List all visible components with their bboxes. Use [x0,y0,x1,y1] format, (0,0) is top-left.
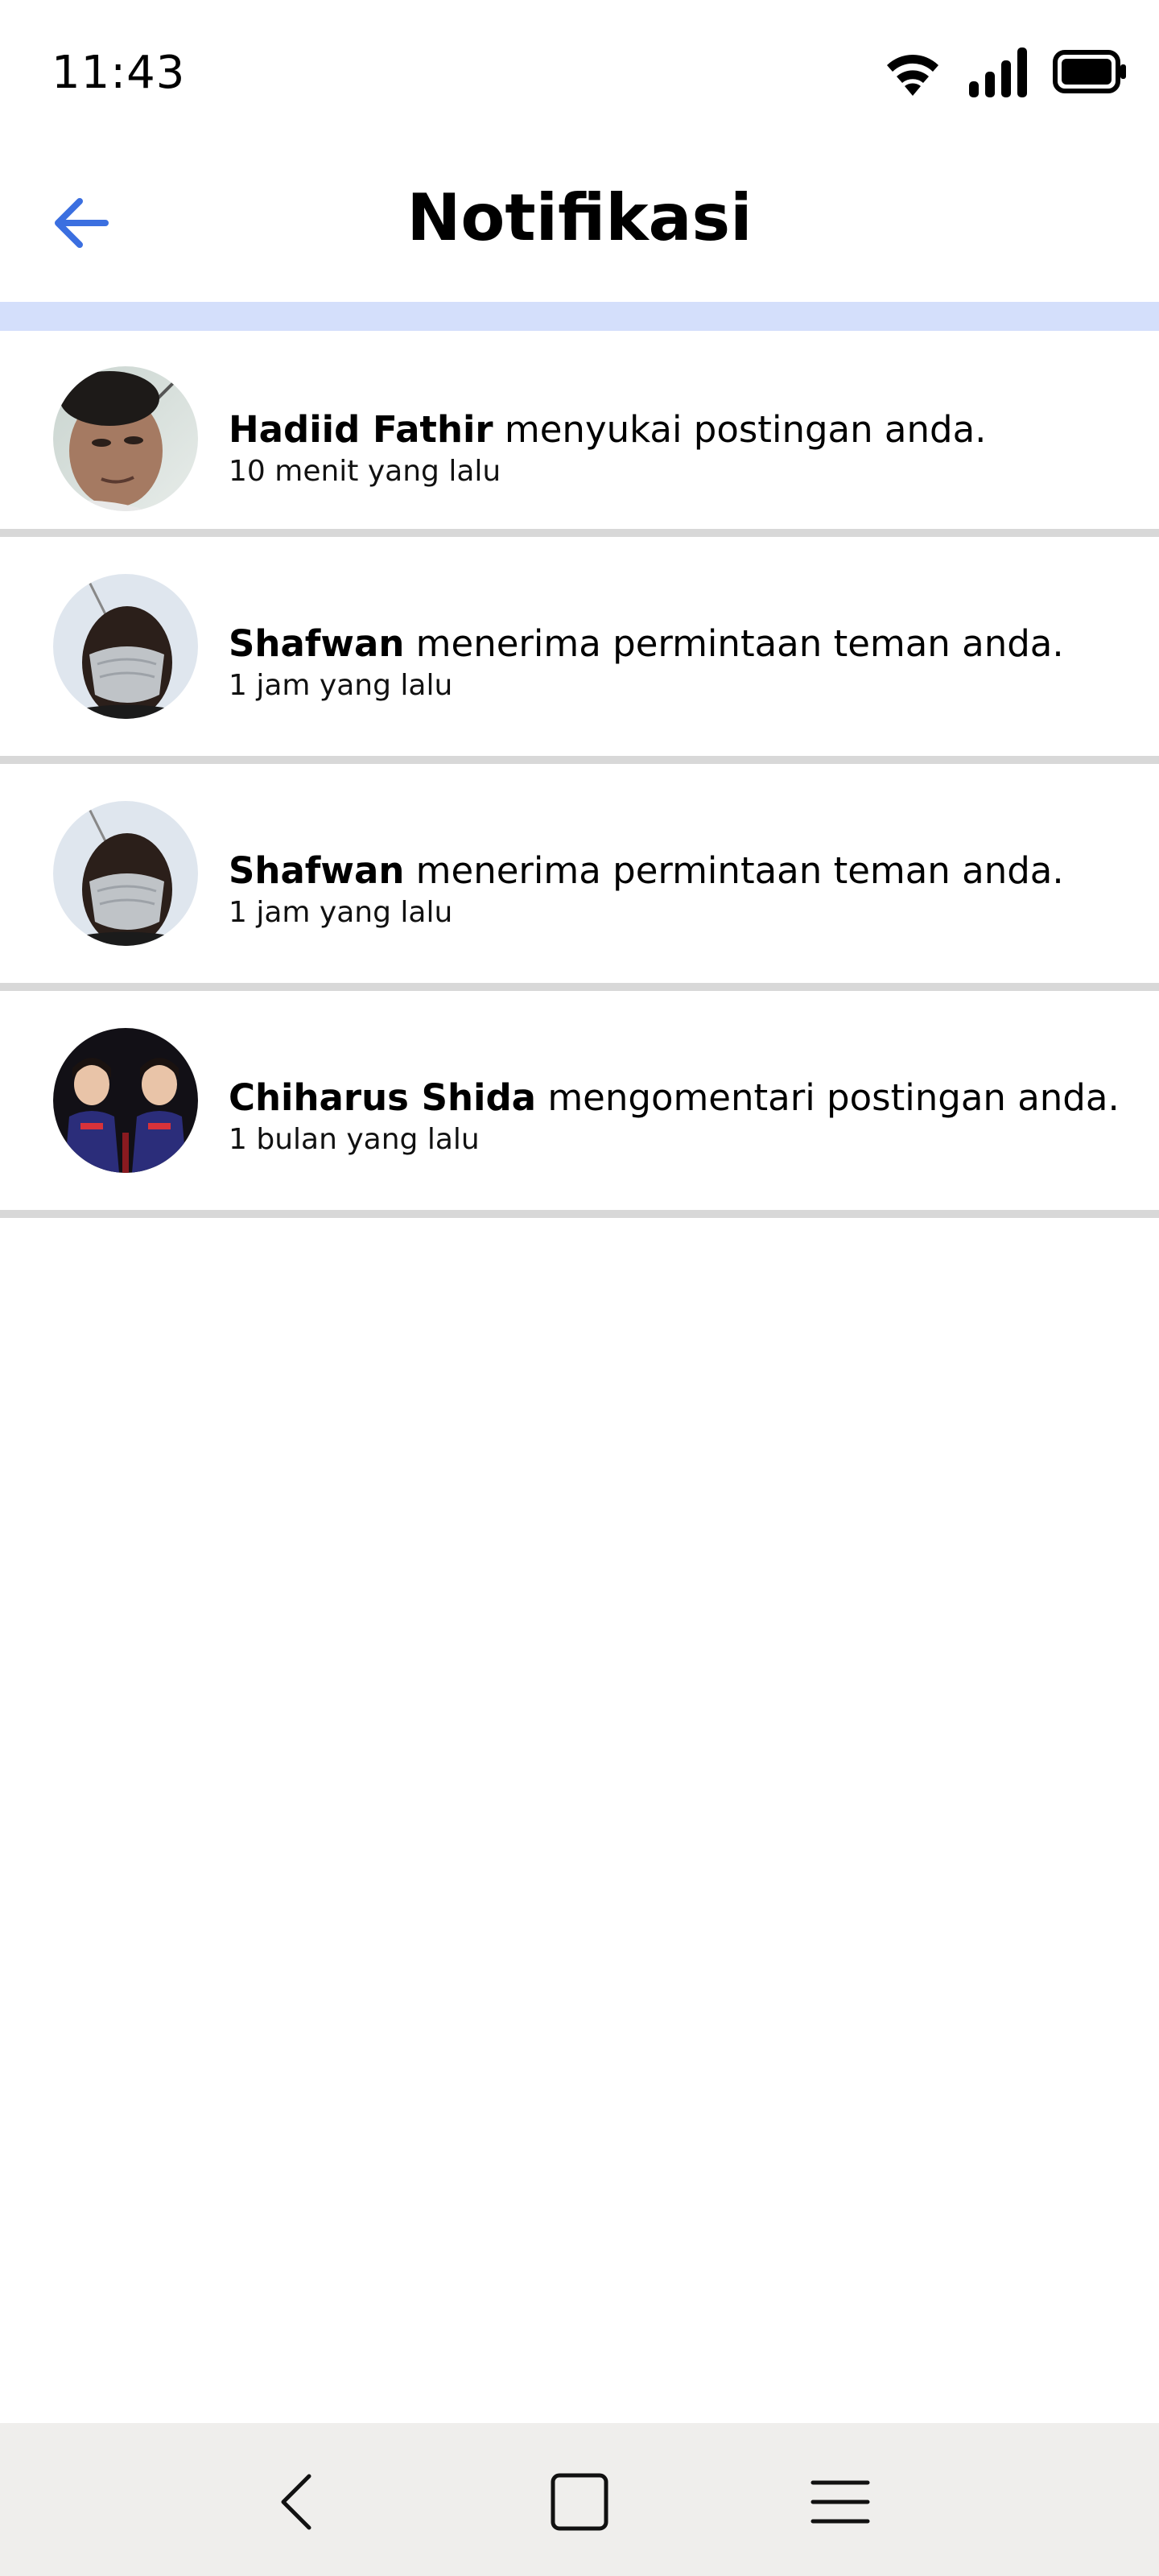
battery-icon [1053,50,1127,97]
notification-action: menerima permintaan teman anda. [404,622,1064,665]
notification-user-name: Hadiid Fathir [229,408,493,451]
notification-text: Chiharus Shida mengomentari postingan an… [229,1075,1143,1159]
notification-item[interactable]: Hadiid Fathir menyukai postingan anda. 1… [0,331,1159,537]
header-accent-band [0,302,1159,331]
notification-action: mengomentari postingan anda. [536,1076,1120,1119]
system-nav-bar [0,2423,1159,2576]
avatar [53,1028,198,1173]
notification-user-name: Shafwan [229,849,405,892]
notification-list: Hadiid Fathir menyukai postingan anda. 1… [0,331,1159,1218]
notification-message: Hadiid Fathir menyukai postingan anda. [229,407,1143,452]
notification-time: 1 bulan yang lalu [229,1123,480,1156]
notification-time: 1 jam yang lalu [229,896,453,929]
wifi-icon [881,46,945,101]
notification-text: Hadiid Fathir menyukai postingan anda. 1… [229,407,1143,491]
page-title: Notifikasi [406,180,753,255]
status-time: 11:43 [52,47,186,99]
notification-item[interactable]: Shafwan menerima permintaan teman anda. … [0,764,1159,991]
notification-text: Shafwan menerima permintaan teman anda. … [229,848,1143,932]
notification-time: 1 jam yang lalu [229,669,453,702]
notification-message: Shafwan menerima permintaan teman anda. [229,848,1143,894]
status-icons [881,45,1127,101]
nav-back-icon [272,2470,320,2537]
signal-icon [969,46,1029,101]
notification-text: Shafwan menerima permintaan teman anda. … [229,621,1143,705]
nav-menu-button[interactable] [800,2463,881,2544]
notification-item[interactable]: Chiharus Shida mengomentari postingan an… [0,991,1159,1218]
notification-item[interactable]: Shafwan menerima permintaan teman anda. … [0,537,1159,764]
notification-time: 10 menit yang lalu [229,455,501,488]
nav-back-button[interactable] [256,2463,336,2544]
notification-message: Shafwan menerima permintaan teman anda. [229,621,1143,667]
nav-menu-icon [810,2476,871,2531]
nav-home-button[interactable] [539,2463,620,2544]
nav-home-icon [550,2472,609,2535]
avatar [53,366,198,511]
avatar [53,574,198,719]
notification-action: menyukai postingan anda. [493,408,987,451]
status-bar: 11:43 [0,0,1159,145]
notification-user-name: Shafwan [229,622,405,665]
avatar [53,801,198,946]
app-header: Notifikasi [0,145,1159,302]
notification-message: Chiharus Shida mengomentari postingan an… [229,1075,1143,1121]
notification-user-name: Chiharus Shida [229,1076,537,1119]
notification-action: menerima permintaan teman anda. [404,849,1064,892]
